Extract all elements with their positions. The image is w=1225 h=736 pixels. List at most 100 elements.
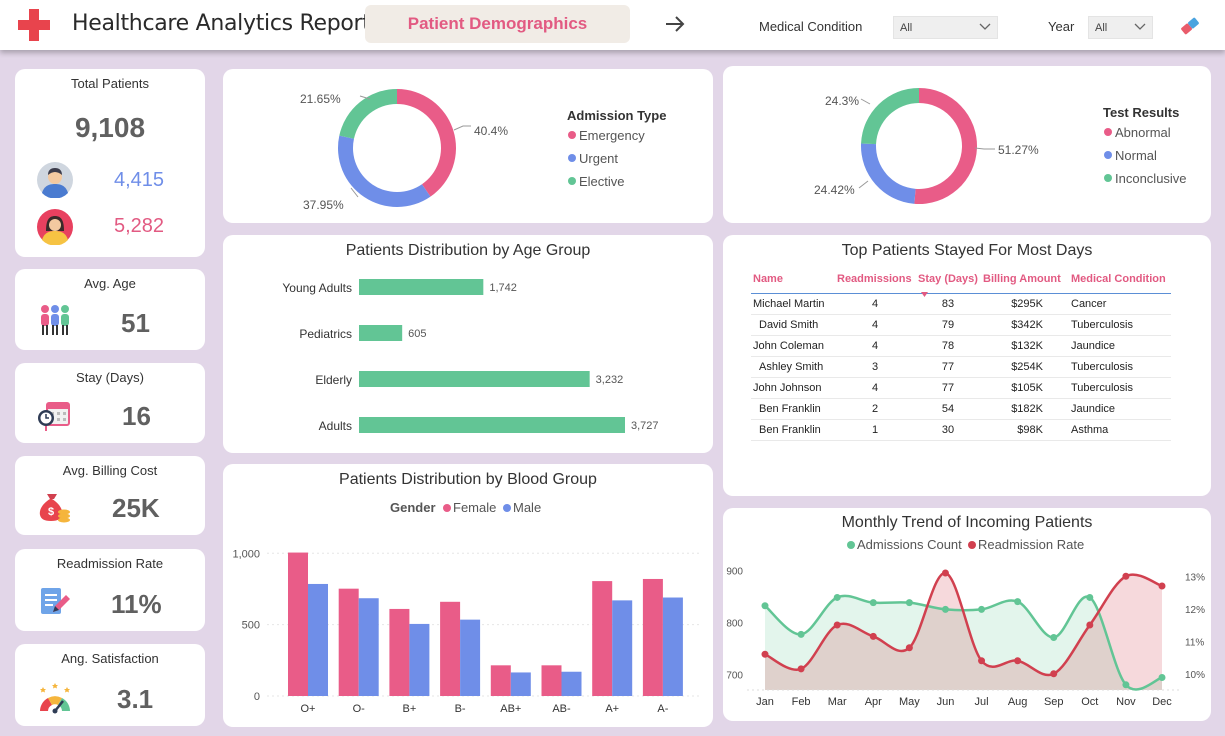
donut-slice-elective[interactable]: [339, 89, 397, 139]
table-row[interactable]: Ben Franklin 2 54 $182K Jaundice: [751, 398, 1171, 420]
kpi-title: Readmission Rate: [56, 556, 164, 571]
legend-urgent[interactable]: Urgent: [579, 151, 618, 166]
donut-slice-inconclusive[interactable]: [861, 88, 919, 145]
admissions-point[interactable]: [869, 599, 877, 607]
legend-female[interactable]: Female: [453, 500, 496, 515]
admissions-point[interactable]: [1122, 681, 1130, 689]
table-row[interactable]: Ashley Smith 3 77 $254K Tuberculosis: [751, 356, 1171, 378]
male-bar[interactable]: [308, 583, 328, 696]
kpi-title: Ang. Satisfaction: [61, 651, 159, 666]
legend-marker: [1104, 174, 1112, 182]
column-header-condition[interactable]: Medical Condition: [1069, 265, 1171, 294]
readmission-point[interactable]: [1050, 670, 1058, 678]
x-tick-label: A+: [605, 703, 619, 715]
age-bar[interactable]: [359, 325, 403, 341]
readmission-point[interactable]: [797, 665, 805, 673]
readmission-point[interactable]: [941, 569, 949, 577]
legend-emergency[interactable]: Emergency: [579, 128, 645, 143]
table-row[interactable]: David Smith 4 79 $342K Tuberculosis: [751, 314, 1171, 336]
admissions-point[interactable]: [1050, 633, 1058, 641]
legend-inconclusive[interactable]: Inconclusive: [1115, 171, 1187, 186]
admissions-point[interactable]: [1158, 674, 1166, 682]
donut-slice-emergency[interactable]: [397, 89, 456, 197]
column-header-billing[interactable]: Billing Amount: [981, 265, 1069, 294]
admissions-point[interactable]: [797, 630, 805, 638]
column-header-name[interactable]: Name: [751, 265, 835, 294]
male-bar[interactable]: [561, 671, 582, 696]
cell-readmissions: 2: [835, 398, 915, 420]
table-row[interactable]: Ben Franklin 1 30 $98K Asthma: [751, 419, 1171, 441]
slice-label-elective: 21.65%: [300, 92, 341, 106]
readmission-point[interactable]: [761, 650, 769, 658]
admissions-point[interactable]: [905, 599, 913, 607]
readmission-point[interactable]: [978, 657, 986, 665]
male-bar[interactable]: [662, 597, 683, 696]
female-bar[interactable]: [440, 601, 461, 696]
male-bar[interactable]: [358, 598, 379, 696]
column-header-stay[interactable]: Stay (Days): [915, 265, 981, 297]
male-bar[interactable]: [612, 600, 633, 696]
readmission-point[interactable]: [869, 632, 877, 640]
readmission-point[interactable]: [1014, 657, 1022, 665]
donut-slice-normal[interactable]: [861, 143, 916, 204]
female-bar[interactable]: [541, 665, 562, 696]
cell-readmissions: 3: [835, 356, 915, 378]
age-category-label: Elderly: [315, 373, 352, 387]
legend-male[interactable]: Male: [513, 500, 541, 515]
male-bar[interactable]: [510, 672, 531, 696]
donut-slice-urgent[interactable]: [338, 135, 431, 207]
tab-patient-demographics[interactable]: Patient Demographics: [365, 5, 630, 43]
female-bar[interactable]: [642, 578, 663, 696]
age-bar-value-label: 605: [408, 328, 426, 340]
eraser-icon[interactable]: [1179, 15, 1201, 37]
condition-select-value: All: [900, 22, 913, 34]
legend-abnormal[interactable]: Abnormal: [1115, 125, 1171, 140]
cell-condition: Tuberculosis: [1069, 314, 1171, 336]
cell-stay: 77: [915, 377, 981, 399]
readmission-point[interactable]: [1158, 582, 1166, 590]
admissions-point[interactable]: [941, 605, 949, 613]
x-tick-label: Oct: [1081, 696, 1098, 708]
donut-slice-abnormal[interactable]: [914, 88, 977, 204]
cell-billing: $182K: [981, 398, 1069, 420]
female-bar[interactable]: [338, 588, 359, 696]
cell-readmissions: 4: [835, 335, 915, 357]
blood-group-card: Patients Distribution by Blood Group Gen…: [223, 464, 713, 727]
legend-elective[interactable]: Elective: [579, 174, 625, 189]
female-bar[interactable]: [288, 552, 308, 696]
admissions-point[interactable]: [1086, 593, 1094, 601]
male-bar[interactable]: [460, 619, 481, 696]
x-tick-label: Feb: [792, 696, 811, 708]
arrow-right-icon[interactable]: [664, 13, 686, 35]
donut-slices: [338, 89, 456, 207]
readmission-point[interactable]: [1086, 621, 1094, 629]
male-bar[interactable]: [409, 623, 430, 696]
readmission-point[interactable]: [1122, 572, 1130, 580]
admissions-point[interactable]: [833, 593, 841, 601]
table-row[interactable]: John Coleman 4 78 $132K Jaundice: [751, 335, 1171, 357]
female-bar[interactable]: [389, 608, 410, 696]
year-select[interactable]: All: [1088, 16, 1153, 39]
condition-select[interactable]: All: [893, 16, 998, 39]
age-bar[interactable]: [359, 371, 590, 387]
readmission-point[interactable]: [833, 621, 841, 629]
readmission-point[interactable]: [905, 644, 913, 652]
female-bar[interactable]: [490, 665, 511, 696]
table-row[interactable]: Michael Martin 4 83 $295K Cancer: [751, 293, 1171, 315]
satisfaction-value: 3.1: [117, 684, 154, 714]
age-category-label: Young Adults: [282, 281, 352, 295]
cell-stay: 79: [915, 314, 981, 336]
kpi-title: Avg. Billing Cost: [62, 463, 158, 478]
column-header-readmissions[interactable]: Readmissions: [835, 265, 915, 294]
admissions-point[interactable]: [1014, 598, 1022, 606]
cell-condition: Cancer: [1069, 293, 1171, 315]
admissions-point[interactable]: [761, 602, 769, 610]
legend-normal[interactable]: Normal: [1115, 148, 1157, 163]
table-row[interactable]: John Johnson 4 77 $105K Tuberculosis: [751, 377, 1171, 399]
age-bar[interactable]: [359, 279, 484, 295]
age-bar[interactable]: [359, 417, 625, 433]
legend-admissions[interactable]: Admissions Count: [857, 537, 962, 552]
legend-readmission[interactable]: Readmission Rate: [978, 537, 1084, 552]
admissions-point[interactable]: [978, 605, 986, 613]
female-bar[interactable]: [592, 581, 613, 696]
